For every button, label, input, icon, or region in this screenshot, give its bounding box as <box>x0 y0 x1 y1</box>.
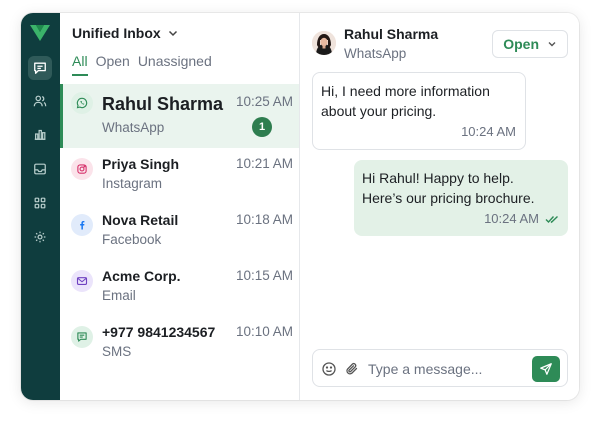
instagram-icon <box>71 158 93 180</box>
rail-analytics-button[interactable] <box>28 122 52 146</box>
chat-panel: Rahul Sharma WhatsApp Open Hi, I need mo… <box>300 13 579 400</box>
rail-chat-button[interactable] <box>28 56 52 80</box>
conversation-channel: SMS <box>102 344 132 359</box>
inbox-title: Unified Inbox <box>72 25 161 41</box>
status-dropdown[interactable]: Open <box>492 30 568 58</box>
app-window: Unified Inbox All Open Unassigned Rahul … <box>21 13 579 400</box>
inbox-selector[interactable]: Unified Inbox <box>72 25 179 41</box>
conversation-name: +977 9841234567 <box>102 324 216 340</box>
tab-unassigned[interactable]: Unassigned <box>138 53 212 75</box>
conversation-channel: Email <box>102 288 136 303</box>
inbox-icon <box>34 163 46 175</box>
chat-contact-name: Rahul Sharma <box>344 26 439 42</box>
conversation-name: Priya Singh <box>102 156 180 172</box>
apps-grid-icon <box>34 197 46 209</box>
message-outgoing: Hi Rahul! Happy to help. Here’s our pric… <box>354 160 568 236</box>
chat-contact-channel: WhatsApp <box>344 46 407 61</box>
conversation-row-selected[interactable]: Rahul Sharma WhatsApp 10:25 AM 1 <box>60 84 299 148</box>
attach-button[interactable] <box>344 361 360 377</box>
facebook-icon <box>71 214 93 236</box>
tab-open[interactable]: Open <box>96 53 130 75</box>
message-line: Here’s our pricing brochure. <box>362 190 535 206</box>
conversation-name: Rahul Sharma <box>102 94 224 114</box>
inbox-tabs: All Open Unassigned <box>72 53 212 76</box>
conversation-time: 10:25 AM <box>235 94 293 109</box>
emoji-button[interactable] <box>321 361 337 377</box>
conversation-name: Acme Corp. <box>102 268 181 284</box>
status-label: Open <box>503 36 539 52</box>
message-line: about your pricing. <box>321 103 437 119</box>
conversation-time: 10:21 AM <box>235 156 293 171</box>
message-time-text: 10:24 AM <box>484 211 539 226</box>
chevron-down-icon <box>548 42 556 47</box>
settings-icon <box>34 231 46 243</box>
message-time: 10:24 AM <box>461 122 516 142</box>
conversation-name: Nova Retail <box>102 212 179 228</box>
conversation-time: 10:10 AM <box>235 324 293 339</box>
double-check-icon <box>545 215 558 224</box>
unread-badge: 1 <box>252 117 272 137</box>
conversation-channel: Instagram <box>102 176 163 191</box>
analytics-icon <box>34 129 46 140</box>
rail-settings-button[interactable] <box>28 225 52 249</box>
chevron-down-icon <box>167 27 179 39</box>
nav-rail <box>21 13 60 400</box>
conversation-channel: WhatsApp <box>102 120 165 135</box>
conversation-row[interactable]: Priya Singh Instagram 10:21 AM <box>60 152 299 208</box>
chat-icon <box>34 62 46 74</box>
rail-apps-button[interactable] <box>28 191 52 215</box>
message-time-text: 10:24 AM <box>461 124 516 139</box>
rail-inbox-button[interactable] <box>28 157 52 181</box>
conversation-time: 10:18 AM <box>235 212 293 227</box>
brand-logo-icon <box>30 25 50 41</box>
message-line: Hi, I need more information <box>321 83 490 99</box>
send-button[interactable] <box>532 356 560 382</box>
conversation-row[interactable]: Nova Retail Facebook 10:18 AM <box>60 208 299 264</box>
conversation-row[interactable]: +977 9841234567 SMS 10:10 AM <box>60 320 299 376</box>
message-composer <box>312 349 568 387</box>
tab-all[interactable]: All <box>72 53 88 76</box>
rail-contacts-button[interactable] <box>28 89 52 113</box>
contacts-icon <box>33 95 47 107</box>
message-incoming: Hi, I need more information about your p… <box>312 72 526 150</box>
whatsapp-icon <box>71 92 93 114</box>
paperclip-icon <box>346 362 358 375</box>
sms-icon <box>71 326 93 348</box>
send-icon <box>540 363 552 375</box>
message-line: Hi Rahul! Happy to help. <box>362 170 514 186</box>
message-time: 10:24 AM <box>484 209 559 229</box>
message-input[interactable] <box>368 359 518 379</box>
conversation-list-panel: Unified Inbox All Open Unassigned Rahul … <box>60 13 300 400</box>
email-icon <box>71 270 93 292</box>
emoji-icon <box>322 362 336 376</box>
conversation-row[interactable]: Acme Corp. Email 10:15 AM <box>60 264 299 320</box>
avatar <box>312 31 336 55</box>
conversation-channel: Facebook <box>102 232 162 247</box>
conversation-time: 10:15 AM <box>235 268 293 283</box>
